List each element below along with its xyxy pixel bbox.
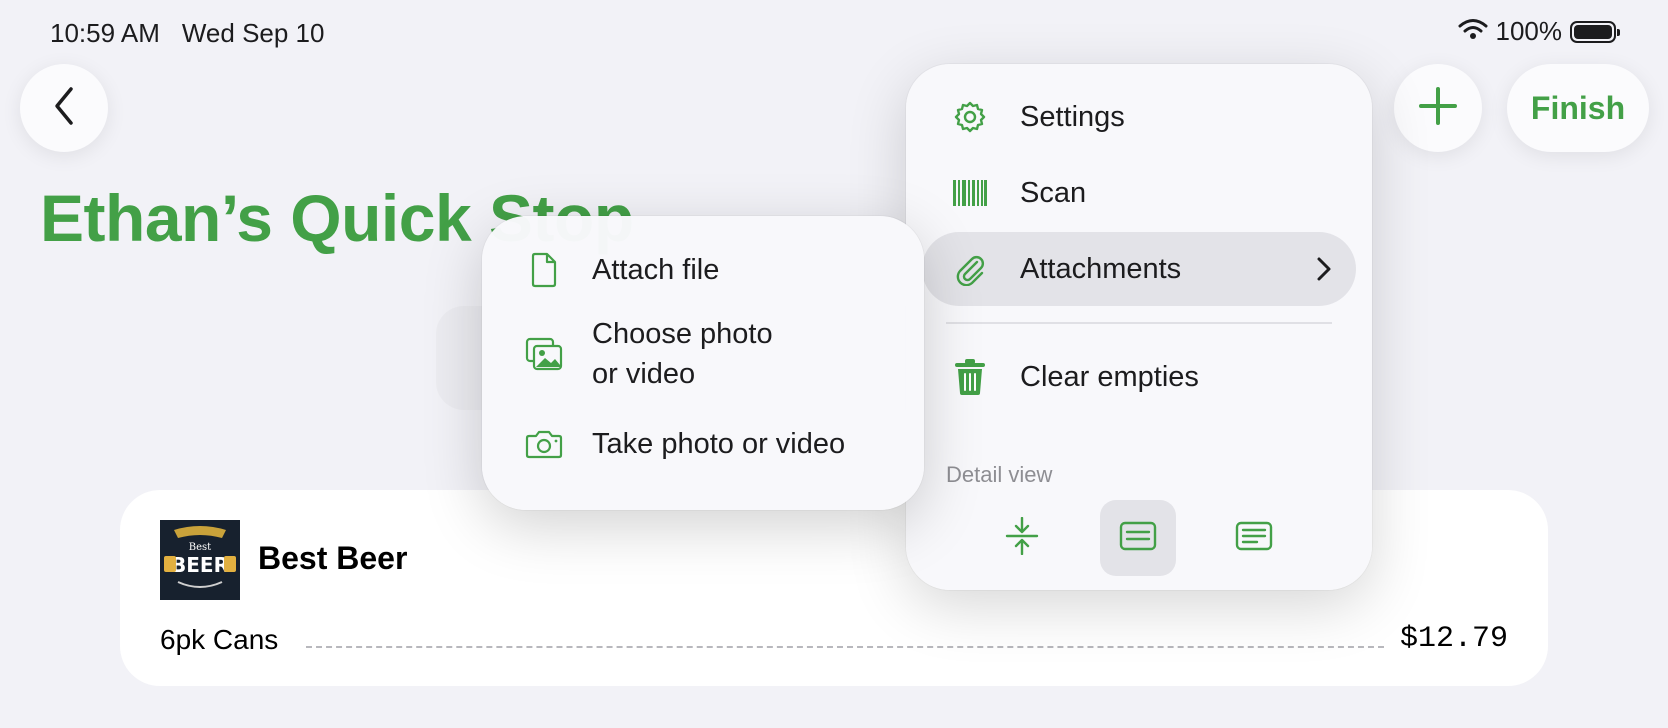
camera-icon bbox=[524, 424, 564, 464]
detail-view-label: Detail view bbox=[946, 462, 1053, 487]
plus-icon bbox=[1418, 86, 1458, 131]
chevron-right-icon bbox=[1316, 256, 1332, 287]
battery-nub bbox=[1617, 28, 1620, 36]
detail-option-compact[interactable] bbox=[984, 500, 1060, 576]
gear-icon bbox=[950, 97, 990, 137]
menu-item-settings[interactable]: Settings bbox=[922, 80, 1356, 154]
paperclip-icon bbox=[950, 249, 990, 289]
status-time: 10:59 AM bbox=[50, 18, 160, 48]
expanded-view-icon bbox=[1235, 521, 1273, 556]
submenu-item-choose-photo[interactable]: Choose photo or video bbox=[482, 310, 924, 398]
battery-icon bbox=[1570, 20, 1620, 43]
menu-item-label: Scan bbox=[1020, 176, 1087, 209]
menu-item-label: Clear empties bbox=[1020, 360, 1199, 393]
item-price: $12.79 bbox=[1399, 622, 1508, 656]
battery-percent: 100% bbox=[1495, 16, 1563, 46]
menu-item-label: Settings bbox=[1020, 100, 1125, 133]
wifi-icon bbox=[1458, 16, 1488, 47]
thumb-text-top: Best bbox=[189, 542, 211, 553]
status-bar-right: 100% bbox=[1458, 16, 1620, 47]
submenu-item-take-photo[interactable]: Take photo or video bbox=[482, 408, 924, 480]
item-variant: 6pk Cans bbox=[160, 624, 279, 655]
submenu-item-label: Choose photo or video bbox=[592, 318, 773, 390]
menu-item-label: Attachments bbox=[1020, 252, 1182, 285]
item-thumbnail: Best BEER bbox=[160, 520, 240, 600]
detail-option-expanded[interactable] bbox=[1216, 500, 1292, 576]
app-screen: 10:59 AM Wed Sep 10 100% Finish Ethan’s … bbox=[0, 0, 1668, 728]
trash-icon bbox=[950, 357, 990, 397]
compact-view-icon bbox=[1005, 516, 1039, 560]
menu-item-attachments[interactable]: Attachments bbox=[922, 232, 1356, 306]
submenu-item-label: Take photo or video bbox=[592, 428, 846, 460]
finish-button[interactable]: Finish bbox=[1507, 64, 1649, 152]
thumb-text-main: BEER bbox=[171, 553, 229, 577]
context-menu: Settings Scan Attachments Clear empties … bbox=[906, 64, 1372, 590]
document-icon bbox=[524, 250, 564, 290]
status-bar-left: 10:59 AM Wed Sep 10 bbox=[50, 18, 324, 49]
submenu-item-label: Attach file bbox=[592, 254, 720, 286]
add-button[interactable] bbox=[1394, 64, 1482, 152]
card-view-icon bbox=[1119, 521, 1157, 556]
menu-item-clear-empties[interactable]: Clear empties bbox=[922, 340, 1356, 414]
item-name: Best Beer bbox=[258, 540, 408, 576]
item-leader-line bbox=[306, 646, 1384, 648]
detail-option-card[interactable] bbox=[1100, 500, 1176, 576]
back-button[interactable] bbox=[20, 64, 108, 152]
submenu-item-attach-file[interactable]: Attach file bbox=[482, 234, 924, 306]
chevron-left-icon bbox=[49, 85, 79, 132]
menu-divider bbox=[946, 322, 1332, 324]
status-date: Wed Sep 10 bbox=[181, 18, 325, 48]
battery-fill bbox=[1574, 24, 1612, 39]
attachments-submenu: Attach file Choose photo or video Take p… bbox=[482, 216, 924, 510]
menu-item-scan[interactable]: Scan bbox=[922, 156, 1356, 230]
barcode-icon bbox=[950, 173, 990, 213]
photo-library-icon bbox=[524, 334, 564, 374]
